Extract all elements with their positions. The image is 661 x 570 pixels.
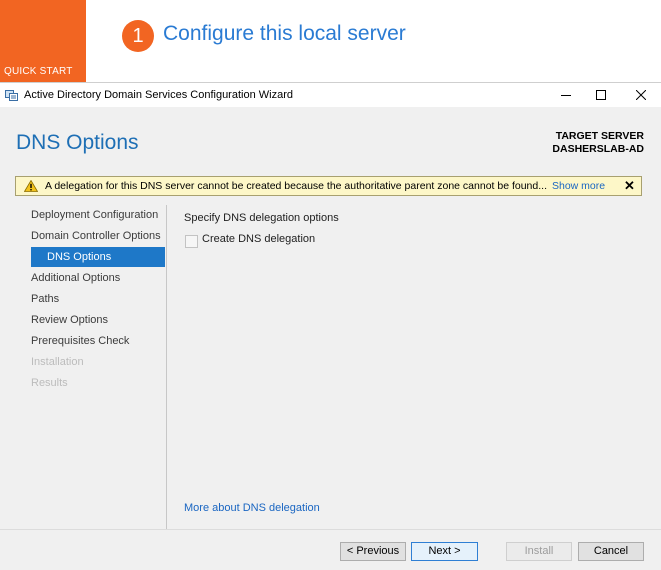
install-button: Install [506,542,572,561]
target-server-name: DASHERSLAB-AD [552,143,644,155]
minimize-button[interactable] [546,83,586,107]
close-window-button[interactable] [621,83,661,107]
step-number-badge: 1 [122,20,154,52]
nav-item-deployment-configuration[interactable]: Deployment Configuration [31,205,158,225]
warning-banner: A delegation for this DNS server cannot … [15,176,642,196]
maximize-button[interactable] [581,83,621,107]
ad-wizard-icon [5,90,18,101]
target-server-info: TARGET SERVER DASHERSLAB-AD [552,130,644,156]
nav-item-domain-controller-options[interactable]: Domain Controller Options [31,226,161,246]
window-title: Active Directory Domain Services Configu… [24,89,293,101]
more-about-dns-delegation-link[interactable]: More about DNS delegation [184,502,320,514]
nav-item-review-options[interactable]: Review Options [31,310,108,330]
maximize-icon [596,90,606,100]
nav-item-installation: Installation [31,356,84,368]
next-button[interactable]: Next > [411,542,478,561]
title-bar[interactable]: Active Directory Domain Services Configu… [0,83,661,107]
nav-item-prerequisites-check[interactable]: Prerequisites Check [31,331,129,351]
create-dns-delegation-label[interactable]: Create DNS delegation [202,233,315,245]
quick-start-tile[interactable]: QUICK START [0,0,86,82]
nav-item-additional-options[interactable]: Additional Options [31,268,120,288]
server-manager-background: QUICK START 1 Configure this local serve… [0,0,661,83]
nav-item-results: Results [31,377,68,389]
minimize-icon [561,95,571,96]
page-title: DNS Options [16,131,139,154]
wizard-content: DNS Options TARGET SERVER DASHERSLAB-AD … [0,107,661,537]
dismiss-warning-button[interactable]: ✕ [624,178,635,194]
previous-button[interactable]: < Previous [340,542,406,561]
wizard-nav: Deployment Configuration Domain Controll… [26,205,167,537]
warning-text: A delegation for this DNS server cannot … [45,180,547,192]
section-label: Specify DNS delegation options [184,212,339,224]
cancel-button[interactable]: Cancel [578,542,644,561]
create-dns-delegation-checkbox[interactable] [185,235,198,248]
step-title-link[interactable]: Configure this local server [163,22,406,46]
wizard-window: Active Directory Domain Services Configu… [0,83,661,570]
warning-icon [24,180,38,192]
close-icon [636,90,646,100]
wizard-footer: < Previous Next > Install Cancel [0,529,661,570]
nav-item-dns-options[interactable]: DNS Options [31,247,165,267]
nav-item-paths[interactable]: Paths [31,289,59,309]
target-server-label: TARGET SERVER [555,130,644,142]
quick-start-label: QUICK START [4,66,73,77]
show-more-link[interactable]: Show more [552,180,605,192]
